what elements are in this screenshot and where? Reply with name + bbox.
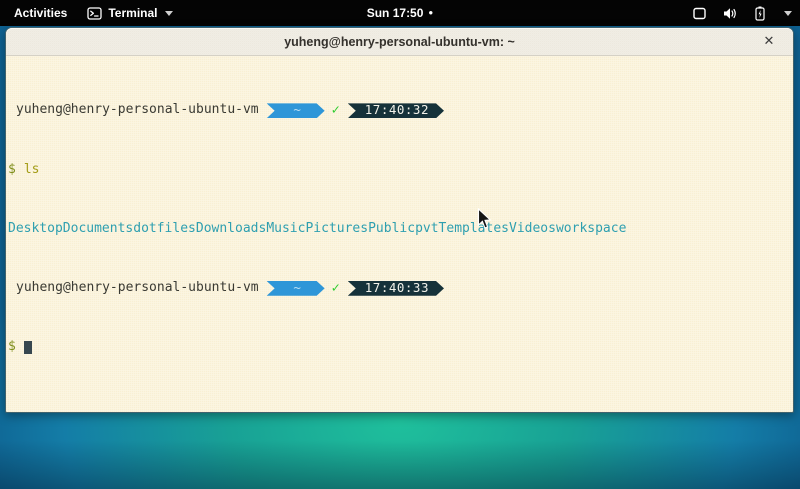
prompt-sigil: $ — [8, 163, 16, 178]
terminal-body[interactable]: yuheng@henry-personal-ubuntu-vm ~ ✓ 17:4… — [6, 56, 793, 412]
ls-output: Desktop Documents dotfiles Downloads Mus… — [8, 222, 791, 237]
window-title: yuheng@henry-personal-ubuntu-vm: ~ — [284, 35, 515, 49]
text-cursor — [24, 341, 32, 354]
terminal-icon — [87, 7, 102, 20]
close-icon[interactable]: ✕ — [759, 28, 779, 55]
directory-pvt: pvt — [415, 222, 438, 237]
directory-Downloads: Downloads — [196, 222, 266, 237]
directory-Documents: Documents — [63, 222, 133, 237]
command-text: ls — [24, 163, 40, 178]
command-line: $ ls — [8, 163, 791, 178]
window-titlebar[interactable]: yuheng@henry-personal-ubuntu-vm: ~ ✕ — [6, 28, 793, 56]
directory-Music: Music — [266, 222, 305, 237]
directory-Desktop: Desktop — [8, 222, 63, 237]
prompt-cwd-segment-2: ~ — [267, 281, 325, 296]
system-status-menu[interactable] — [693, 0, 792, 26]
directory-Videos: Videos — [509, 222, 556, 237]
status-check-icon: ✓ — [332, 103, 340, 118]
prompt-user-host-2: yuheng@henry-personal-ubuntu-vm — [8, 281, 259, 296]
activities-button[interactable]: Activities — [10, 6, 71, 20]
volume-icon — [723, 7, 738, 20]
prompt-cwd: ~ — [293, 103, 301, 118]
prompt-cwd-segment: ~ — [267, 103, 325, 118]
display-icon — [693, 7, 706, 20]
battery-charging-icon — [755, 6, 765, 21]
chevron-down-icon — [165, 11, 173, 16]
directory-Templates: Templates — [439, 222, 509, 237]
directory-Public: Public — [368, 222, 415, 237]
directory-Pictures: Pictures — [305, 222, 368, 237]
prompt-line-2: yuheng@henry-personal-ubuntu-vm ~ ✓ 17:4… — [8, 281, 791, 296]
prompt-time-segment: 17:40:32 — [348, 103, 444, 118]
directory-dotfiles: dotfiles — [133, 222, 196, 237]
directory-workspace: workspace — [556, 222, 626, 237]
clock-button[interactable]: Sun 17:50 ● — [367, 6, 434, 20]
system-chevron-down-icon — [784, 11, 792, 16]
terminal-window: yuheng@henry-personal-ubuntu-vm: ~ ✕ yuh… — [5, 27, 794, 413]
prompt-cwd-2: ~ — [293, 281, 301, 296]
prompt-line-1: yuheng@henry-personal-ubuntu-vm ~ ✓ 17:4… — [8, 103, 791, 118]
prompt-user-host: yuheng@henry-personal-ubuntu-vm — [8, 103, 259, 118]
prompt-time-segment-2: 17:40:33 — [348, 281, 444, 296]
app-menu-terminal[interactable]: Terminal — [87, 6, 173, 20]
prompt-time-2: 17:40:33 — [365, 281, 429, 296]
input-line: $ — [8, 340, 791, 355]
clock-label: Sun 17:50 — [367, 6, 424, 20]
input-sigil: $ — [8, 340, 16, 355]
prompt-time-1: 17:40:32 — [365, 103, 429, 118]
notification-dot: ● — [428, 9, 433, 17]
app-menu-label: Terminal — [108, 6, 157, 20]
top-bar: Activities Terminal Sun 17:50 ● — [0, 0, 800, 26]
status-check-icon-2: ✓ — [332, 281, 340, 296]
